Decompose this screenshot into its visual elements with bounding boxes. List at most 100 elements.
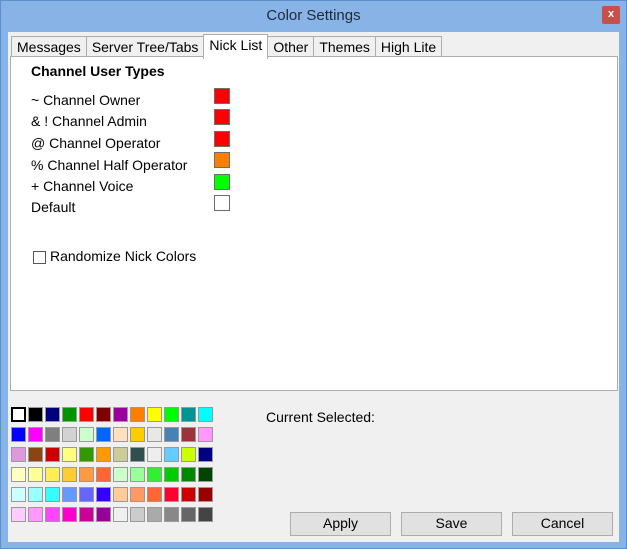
apply-button[interactable]: Apply	[290, 512, 391, 536]
palette-color-cell[interactable]	[113, 507, 128, 522]
palette-color-cell[interactable]	[28, 467, 43, 482]
randomize-nick-colors-label[interactable]: Randomize Nick Colors	[50, 248, 196, 264]
save-button[interactable]: Save	[401, 512, 502, 536]
palette-color-cell[interactable]	[113, 447, 128, 462]
palette-color-cell[interactable]	[28, 447, 43, 462]
palette-color-cell[interactable]	[45, 487, 60, 502]
close-button[interactable]: x	[602, 6, 620, 24]
tab-server-tree-tabs[interactable]: Server Tree/Tabs	[85, 36, 205, 58]
palette-color-cell[interactable]	[11, 467, 26, 482]
voice-color-swatch[interactable]	[214, 174, 230, 190]
palette-color-cell[interactable]	[198, 507, 213, 522]
tab-nick-list[interactable]: Nick List	[203, 34, 269, 59]
palette-color-cell[interactable]	[62, 447, 77, 462]
cancel-button[interactable]: Cancel	[512, 512, 613, 536]
palette-color-cell[interactable]	[79, 427, 94, 442]
type-label-operator: @ Channel Operator	[31, 135, 161, 151]
palette-color-cell[interactable]	[130, 507, 145, 522]
palette-color-cell[interactable]	[62, 487, 77, 502]
palette-color-cell[interactable]	[181, 427, 196, 442]
palette-color-cell[interactable]	[198, 427, 213, 442]
palette-color-cell[interactable]	[198, 407, 213, 422]
tab-high-lite[interactable]: High Lite	[374, 36, 443, 58]
palette-color-cell[interactable]	[96, 507, 111, 522]
palette-color-cell[interactable]	[113, 467, 128, 482]
palette-color-cell[interactable]	[96, 447, 111, 462]
palette-color-cell[interactable]	[28, 427, 43, 442]
palette-color-cell[interactable]	[113, 407, 128, 422]
palette-color-cell[interactable]	[62, 507, 77, 522]
palette-color-cell[interactable]	[130, 447, 145, 462]
palette-color-cell[interactable]	[45, 467, 60, 482]
palette-color-cell[interactable]	[11, 427, 26, 442]
palette-color-cell[interactable]	[130, 467, 145, 482]
palette-color-cell[interactable]	[181, 407, 196, 422]
palette-color-cell[interactable]	[130, 407, 145, 422]
palette-color-cell[interactable]	[113, 427, 128, 442]
palette-color-cell[interactable]	[147, 447, 162, 462]
palette-color-cell[interactable]	[28, 487, 43, 502]
palette-color-cell[interactable]	[45, 407, 60, 422]
palette-color-cell[interactable]	[28, 507, 43, 522]
palette-color-cell[interactable]	[79, 467, 94, 482]
palette-color-cell[interactable]	[11, 447, 26, 462]
palette-color-cell[interactable]	[164, 487, 179, 502]
palette-color-cell[interactable]	[198, 467, 213, 482]
tab-themes[interactable]: Themes	[313, 36, 376, 58]
palette-color-cell[interactable]	[164, 407, 179, 422]
palette-color-cell[interactable]	[164, 507, 179, 522]
type-label-owner: ~ Channel Owner	[31, 92, 141, 108]
tab-strip: Messages Server Tree/Tabs Nick List Other Th…	[11, 34, 443, 59]
half-operator-color-swatch[interactable]	[214, 152, 230, 168]
palette-color-cell[interactable]	[45, 427, 60, 442]
operator-color-swatch[interactable]	[214, 131, 230, 147]
palette-color-cell[interactable]	[147, 427, 162, 442]
palette-color-cell[interactable]	[181, 487, 196, 502]
owner-color-swatch[interactable]	[214, 88, 230, 104]
current-selected-label: Current Selected:	[266, 409, 375, 425]
default-color-swatch[interactable]	[214, 195, 230, 211]
tab-messages[interactable]: Messages	[11, 36, 87, 58]
palette-color-cell[interactable]	[147, 487, 162, 502]
palette-color-cell[interactable]	[11, 507, 26, 522]
palette-color-cell[interactable]	[45, 507, 60, 522]
palette-color-cell[interactable]	[11, 407, 26, 422]
palette-color-cell[interactable]	[62, 467, 77, 482]
palette-color-cell[interactable]	[164, 447, 179, 462]
palette-color-cell[interactable]	[147, 407, 162, 422]
type-label-admin: & ! Channel Admin	[31, 113, 147, 129]
palette-color-cell[interactable]	[198, 447, 213, 462]
palette-color-cell[interactable]	[79, 407, 94, 422]
palette-color-cell[interactable]	[113, 487, 128, 502]
palette-color-cell[interactable]	[147, 467, 162, 482]
palette-color-cell[interactable]	[96, 427, 111, 442]
palette-color-cell[interactable]	[181, 447, 196, 462]
nick-list-panel: Channel User Types ~ Channel Owner & ! C…	[10, 56, 618, 391]
palette-color-cell[interactable]	[11, 487, 26, 502]
palette-color-cell[interactable]	[198, 487, 213, 502]
type-label-voice: + Channel Voice	[31, 178, 134, 194]
dialog-client-area: Messages Server Tree/Tabs Nick List Other Th…	[8, 32, 619, 542]
admin-color-swatch[interactable]	[214, 109, 230, 125]
palette-color-cell[interactable]	[181, 507, 196, 522]
palette-color-cell[interactable]	[79, 447, 94, 462]
palette-color-cell[interactable]	[164, 427, 179, 442]
title-bar[interactable]: Color Settings x	[1, 1, 626, 31]
palette-color-cell[interactable]	[130, 427, 145, 442]
palette-color-cell[interactable]	[130, 487, 145, 502]
palette-color-cell[interactable]	[96, 407, 111, 422]
palette-color-cell[interactable]	[45, 447, 60, 462]
palette-color-cell[interactable]	[28, 407, 43, 422]
palette-color-cell[interactable]	[96, 487, 111, 502]
window-title: Color Settings	[266, 7, 361, 24]
palette-color-cell[interactable]	[181, 467, 196, 482]
palette-color-cell[interactable]	[147, 507, 162, 522]
palette-color-cell[interactable]	[62, 407, 77, 422]
palette-color-cell[interactable]	[79, 487, 94, 502]
randomize-nick-colors-checkbox[interactable]	[33, 251, 46, 264]
palette-color-cell[interactable]	[79, 507, 94, 522]
palette-color-cell[interactable]	[164, 467, 179, 482]
palette-color-cell[interactable]	[96, 467, 111, 482]
tab-other[interactable]: Other	[267, 36, 315, 58]
palette-color-cell[interactable]	[62, 427, 77, 442]
